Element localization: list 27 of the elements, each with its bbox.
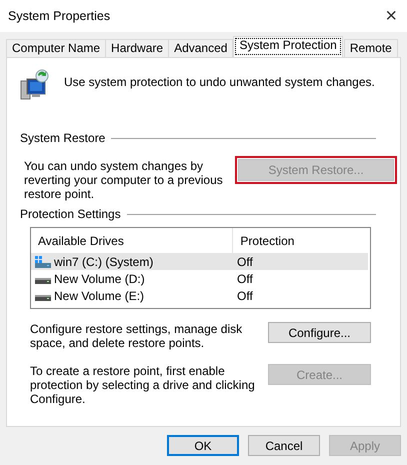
tab[interactable]: Remote	[344, 39, 398, 57]
protection-status: Off	[236, 288, 253, 302]
drive-name: win7 (C:) (System)	[54, 254, 154, 268]
tab[interactable]: System Protection	[233, 36, 343, 57]
button[interactable]: OK	[167, 435, 239, 456]
tab[interactable]: Advanced	[168, 39, 234, 57]
list-row[interactable]: New Volume (E:) Off	[31, 287, 368, 304]
protection-status: Off	[236, 272, 253, 286]
list-row[interactable]: New Volume (D:) Off	[31, 270, 368, 287]
description-text: You can undo system changes by reverting your computer to a previous restore point.	[24, 158, 224, 203]
button[interactable]: Cancel	[248, 435, 320, 456]
drive-name: New Volume (E:)	[54, 288, 144, 302]
button[interactable]: Configure...	[268, 322, 371, 343]
protection-status: Off	[236, 254, 253, 268]
drive-icon	[35, 256, 51, 268]
description-text: To create a restore point, first enable protection by selecting a drive and clicking Configure.	[30, 364, 256, 408]
drive-name: New Volume (D:)	[54, 272, 145, 286]
column-header[interactable]: Protection	[233, 228, 370, 253]
computer-restore-icon	[20, 69, 50, 101]
group-heading: Protection Settings	[20, 207, 121, 221]
description-text: Configure restore settings, manage disk space, and delete restore points.	[30, 322, 244, 352]
close-button[interactable]: ×	[385, 6, 397, 26]
group-heading: System Restore	[20, 131, 106, 145]
list-row[interactable]: win7 (C:) (System) Off	[31, 253, 368, 270]
description-text: Use system protection to undo unwanted system changes.	[64, 74, 375, 89]
tab[interactable]: Computer Name	[6, 39, 106, 57]
window-title: System Properties	[8, 9, 110, 23]
